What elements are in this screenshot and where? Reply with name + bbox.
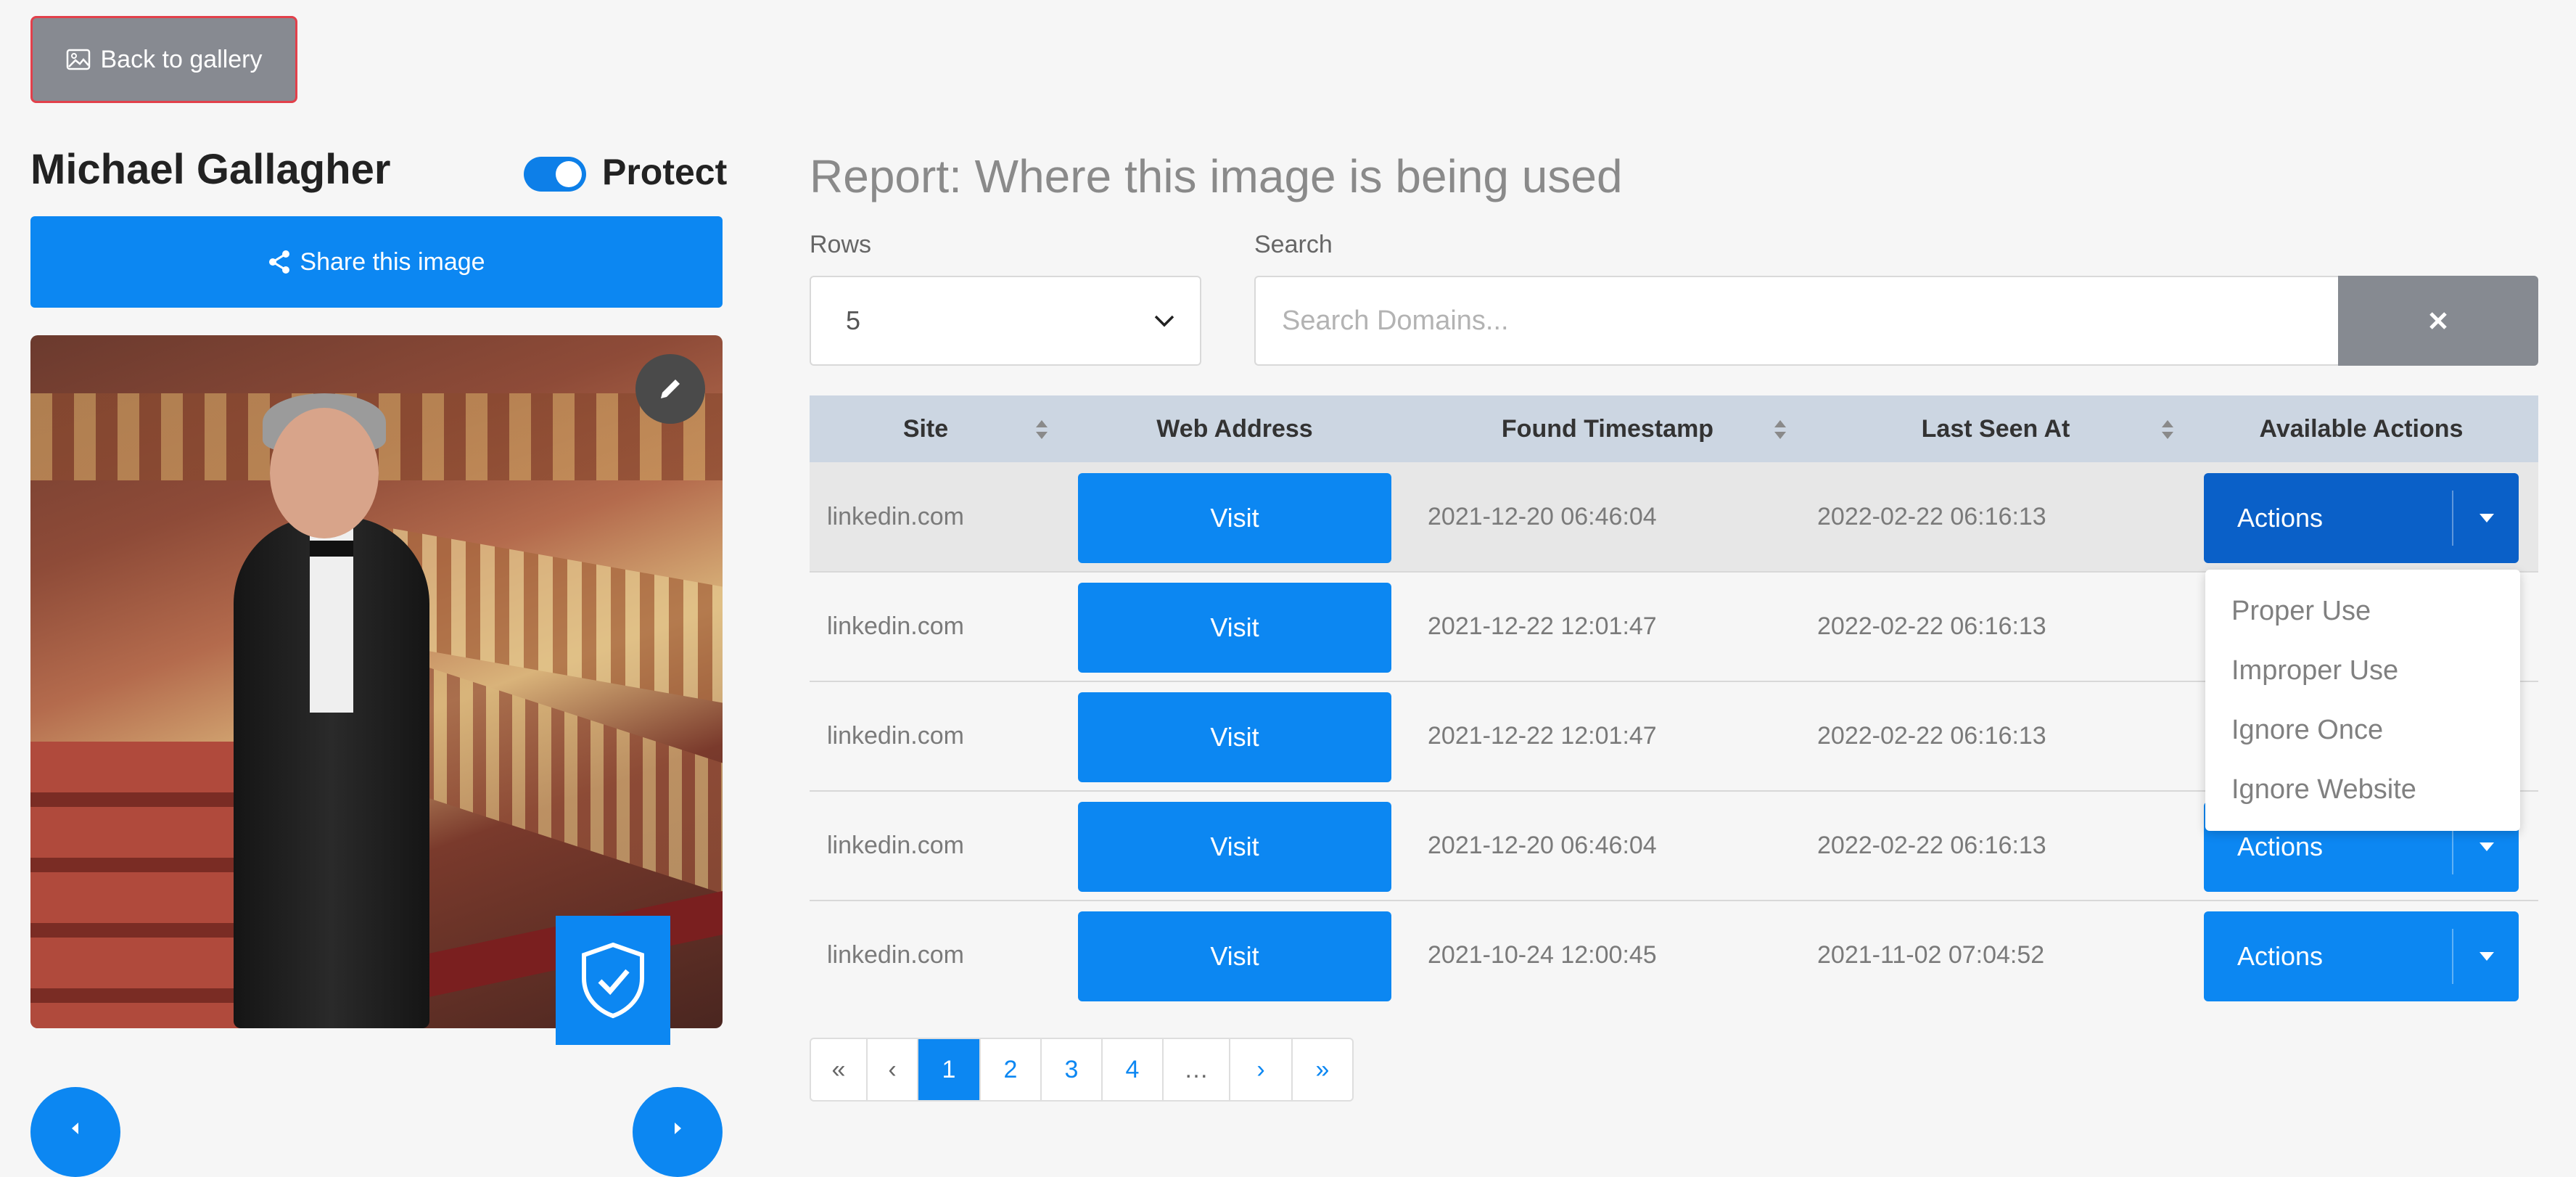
page-ellipsis: … bbox=[1164, 1039, 1230, 1100]
share-image-label: Share this image bbox=[300, 247, 485, 276]
share-icon bbox=[269, 250, 290, 274]
header-last-seen[interactable]: Last Seen At bbox=[1825, 395, 2166, 462]
header-available-actions: Available Actions bbox=[2259, 414, 2464, 443]
edit-photo-button[interactable] bbox=[635, 354, 705, 424]
site-cell: linkedin.com bbox=[827, 940, 964, 969]
toggle-knob bbox=[556, 161, 582, 187]
page-3[interactable]: 3 bbox=[1042, 1039, 1103, 1100]
pencil-icon bbox=[661, 380, 680, 398]
visit-button[interactable]: Visit bbox=[1078, 583, 1391, 673]
page-prev[interactable]: ‹ bbox=[868, 1039, 918, 1100]
shield-check-icon bbox=[582, 942, 644, 1019]
menu-item-improper-use[interactable]: Improper Use bbox=[2231, 655, 2398, 686]
previous-image-button[interactable] bbox=[30, 1087, 120, 1177]
actions-label: Actions bbox=[2237, 941, 2324, 971]
report-title: Report: Where this image is being used bbox=[810, 150, 1623, 202]
actions-dropdown-button[interactable]: Actions bbox=[2204, 473, 2519, 563]
found-timestamp-cell: 2021-12-20 06:46:04 bbox=[1428, 502, 1657, 530]
page-next[interactable]: › bbox=[1230, 1039, 1293, 1100]
caret-left-icon bbox=[72, 1123, 78, 1134]
table-row: linkedin.com Visit 2021-10-24 12:00:45 2… bbox=[810, 901, 2538, 1009]
profile-name: Michael Gallagher bbox=[30, 146, 391, 193]
caret-right-icon bbox=[675, 1123, 681, 1134]
site-cell: linkedin.com bbox=[827, 612, 964, 640]
actions-label: Actions bbox=[2237, 503, 2324, 533]
sort-icon[interactable] bbox=[1773, 417, 1787, 442]
last-seen-cell: 2021-11-02 07:04:52 bbox=[1817, 940, 2045, 969]
protected-shield-badge bbox=[556, 916, 670, 1045]
last-seen-cell: 2022-02-22 06:16:13 bbox=[1817, 721, 2046, 750]
visit-button[interactable]: Visit bbox=[1078, 802, 1391, 892]
found-timestamp-cell: 2021-10-24 12:00:45 bbox=[1428, 940, 1657, 969]
actions-dropdown-menu: Proper Use Improper Use Ignore Once Igno… bbox=[2205, 570, 2520, 831]
protect-toggle[interactable] bbox=[524, 157, 586, 192]
header-found-timestamp[interactable]: Found Timestamp bbox=[1433, 395, 1782, 462]
last-seen-cell: 2022-02-22 06:16:13 bbox=[1817, 612, 2046, 640]
page-last[interactable]: » bbox=[1293, 1039, 1352, 1100]
header-site[interactable]: Site bbox=[810, 395, 1042, 462]
pagination: « ‹ 1 2 3 4 … › » bbox=[810, 1038, 1354, 1102]
site-cell: linkedin.com bbox=[827, 721, 964, 750]
found-timestamp-cell: 2021-12-22 12:01:47 bbox=[1428, 612, 1657, 640]
table-row: linkedin.com Visit 2021-12-20 06:46:04 2… bbox=[810, 462, 2538, 573]
table-header: Site Web Address Found Timestamp Last Se… bbox=[810, 395, 2538, 462]
menu-item-ignore-once[interactable]: Ignore Once bbox=[2231, 715, 2383, 746]
caret-down-icon bbox=[2480, 842, 2494, 851]
visit-button[interactable]: Visit bbox=[1078, 473, 1391, 563]
site-cell: linkedin.com bbox=[827, 831, 964, 859]
close-icon bbox=[2429, 312, 2447, 329]
last-seen-cell: 2022-02-22 06:16:13 bbox=[1817, 502, 2046, 530]
image-icon bbox=[66, 49, 90, 70]
actions-dropdown-button[interactable]: Actions bbox=[2204, 911, 2519, 1001]
sort-icon[interactable] bbox=[2160, 417, 2175, 442]
visit-button[interactable]: Visit bbox=[1078, 911, 1391, 1001]
search-label: Search bbox=[1254, 231, 1333, 258]
sort-icon[interactable] bbox=[1034, 417, 1049, 442]
menu-item-proper-use[interactable]: Proper Use bbox=[2231, 596, 2371, 627]
page-2[interactable]: 2 bbox=[981, 1039, 1042, 1100]
last-seen-cell: 2022-02-22 06:16:13 bbox=[1817, 831, 2046, 859]
clear-search-button[interactable] bbox=[2338, 276, 2538, 366]
visit-button[interactable]: Visit bbox=[1078, 692, 1391, 782]
found-timestamp-cell: 2021-12-20 06:46:04 bbox=[1428, 831, 1657, 859]
share-image-button[interactable]: Share this image bbox=[30, 216, 723, 308]
chevron-down-icon bbox=[1154, 315, 1174, 327]
menu-item-ignore-website[interactable]: Ignore Website bbox=[2231, 774, 2416, 805]
page-1[interactable]: 1 bbox=[918, 1039, 981, 1100]
back-to-gallery-label: Back to gallery bbox=[100, 45, 263, 73]
page-4[interactable]: 4 bbox=[1103, 1039, 1164, 1100]
caret-down-icon bbox=[2480, 952, 2494, 961]
page-first[interactable]: « bbox=[811, 1039, 868, 1100]
rows-label: Rows bbox=[810, 231, 872, 258]
found-timestamp-cell: 2021-12-22 12:01:47 bbox=[1428, 721, 1657, 750]
caret-down-icon bbox=[2480, 514, 2494, 522]
back-to-gallery-button[interactable]: Back to gallery bbox=[30, 16, 297, 103]
search-domains-input[interactable] bbox=[1254, 276, 2339, 366]
header-web-address: Web Address bbox=[1156, 414, 1313, 443]
site-cell: linkedin.com bbox=[827, 502, 964, 530]
next-image-button[interactable] bbox=[633, 1087, 723, 1177]
protect-label: Protect bbox=[602, 152, 728, 192]
rows-select[interactable]: 5 bbox=[810, 276, 1201, 366]
rows-select-value: 5 bbox=[846, 305, 861, 335]
